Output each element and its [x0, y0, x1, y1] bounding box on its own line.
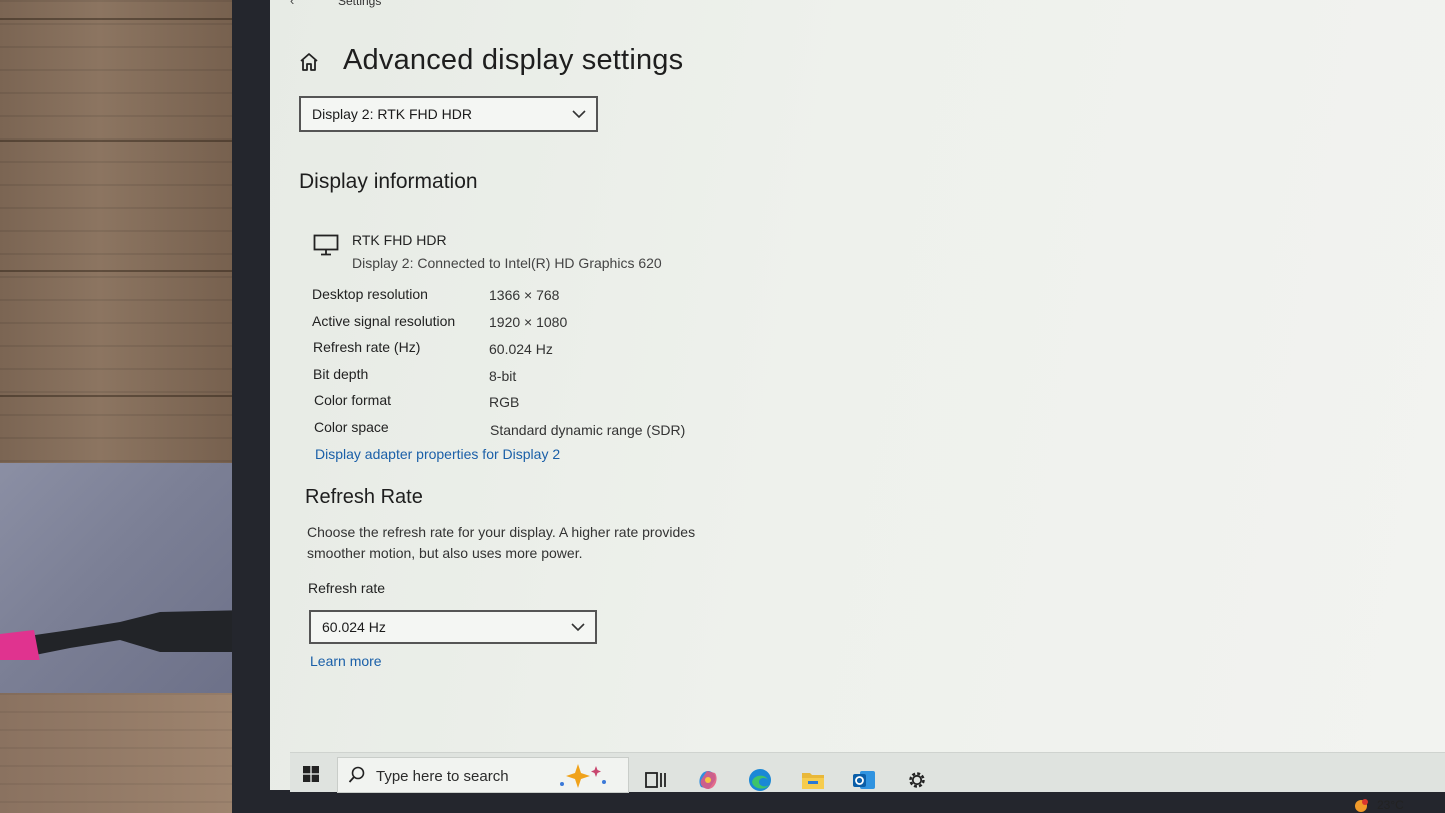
refresh-rate-select-value: 60.024 Hz	[322, 619, 386, 635]
chevron-down-icon	[571, 623, 585, 632]
monitor-icon	[313, 234, 339, 256]
active-signal-resolution-value: 1920 × 1080	[489, 314, 568, 330]
refresh-rate-dropdown[interactable]: 60.024 Hz	[309, 610, 597, 644]
display-select-dropdown[interactable]: Display 2: RTK FHD HDR	[299, 96, 598, 132]
display-select-value: Display 2: RTK FHD HDR	[312, 106, 472, 122]
weather-temperature: 23°C	[1377, 798, 1404, 812]
chevron-down-icon	[572, 110, 586, 119]
app-title: Settings	[338, 0, 382, 8]
settings-gear-icon[interactable]	[904, 767, 930, 793]
usb-cable	[0, 610, 250, 660]
bit-depth-label: Bit depth	[313, 366, 369, 382]
concrete-shelf-background	[0, 463, 250, 695]
display-information-heading: Display information	[299, 170, 478, 193]
file-explorer-icon[interactable]	[800, 767, 826, 793]
refresh-rate-select-label: Refresh rate	[308, 580, 386, 596]
learn-more-link[interactable]: Learn more	[310, 653, 382, 669]
search-placeholder: Type here to search	[376, 768, 509, 785]
search-icon	[348, 766, 365, 783]
desktop-resolution-label: Desktop resolution	[312, 286, 428, 302]
windows-start-icon[interactable]	[303, 766, 319, 782]
home-icon[interactable]	[298, 51, 320, 73]
weather-icon[interactable]	[1353, 798, 1369, 813]
taskbar-search-box[interactable]: Type here to search	[337, 757, 629, 793]
color-space-value: Standard dynamic range (SDR)	[490, 422, 686, 438]
refresh-rate-description: Choose the refresh rate for your display…	[307, 524, 696, 561]
desktop-resolution-value: 1366 × 768	[489, 287, 560, 303]
active-signal-resolution-label: Active signal resolution	[312, 313, 456, 329]
refresh-rate-hz-value: 60.024 Hz	[489, 341, 553, 357]
monitor-name: RTK FHD HDR	[352, 232, 447, 248]
search-highlight-sparkle-icon	[560, 764, 606, 788]
bit-depth-value: 8-bit	[489, 368, 517, 384]
system-tray: 23°C	[1345, 798, 1445, 813]
back-arrow-icon[interactable]: ‹	[290, 0, 294, 8]
outlook-icon[interactable]	[851, 767, 877, 793]
task-view-icon[interactable]	[643, 767, 669, 793]
color-format-value: RGB	[489, 394, 520, 410]
edge-icon[interactable]	[747, 767, 773, 793]
color-format-label: Color format	[314, 392, 392, 408]
refresh-rate-heading: Refresh Rate	[305, 486, 423, 508]
page-title: Advanced display settings	[343, 44, 684, 76]
color-space-label: Color space	[314, 419, 389, 435]
wood-wall-background	[0, 0, 250, 465]
copilot-icon[interactable]	[695, 767, 721, 793]
monitor-connection: Display 2: Connected to Intel(R) HD Grap…	[352, 255, 662, 271]
refresh-rate-hz-label: Refresh rate (Hz)	[313, 339, 421, 355]
wood-desk-background	[0, 693, 260, 813]
display-adapter-properties-link[interactable]: Display adapter properties for Display 2	[315, 446, 560, 462]
